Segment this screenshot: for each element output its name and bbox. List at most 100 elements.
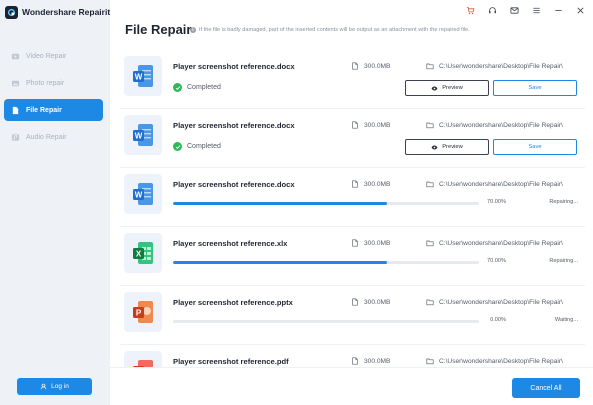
headset-icon[interactable] (487, 5, 497, 15)
progress-fill (173, 202, 388, 205)
svg-text:W: W (135, 132, 143, 141)
sidebar-item-video-repair[interactable]: Video Repair (4, 45, 103, 67)
info-note: i If the file is badly damaged, part of … (190, 27, 470, 33)
list-item: Player screenshot reference.pdf 300.0MB … (120, 345, 585, 367)
preview-label: Preview (442, 85, 463, 91)
check-circle-icon (173, 83, 182, 92)
audio-icon (11, 133, 20, 142)
save-button[interactable]: Save (493, 139, 577, 155)
document-icon (352, 239, 358, 247)
progress-state: Waiting... (554, 317, 578, 323)
progress-percent: 70.00% (487, 258, 506, 264)
footer: Cancel All (110, 367, 593, 405)
file-path-text: C:\User\wondershare\Desktop\File Repair\ (439, 121, 563, 129)
info-text: If the file is badly damaged, part of th… (199, 27, 470, 33)
list-item: W Player screenshot reference.docx 300.0… (120, 109, 585, 167)
file-size-text: 300.0MB (364, 298, 391, 306)
folder-icon (426, 358, 434, 365)
mail-icon[interactable] (509, 5, 519, 15)
file-list: W Player screenshot reference.docx 300.0… (120, 50, 585, 367)
close-icon[interactable] (575, 5, 585, 15)
file-path-text: C:\User\wondershare\Desktop\File Repair\ (439, 298, 563, 306)
video-icon (11, 52, 20, 61)
file-size: 300.0MB (351, 298, 390, 306)
file-path: C:\User\wondershare\Desktop\File Repair\ (426, 62, 584, 70)
file-size: 300.0MB (351, 62, 390, 70)
cancel-all-button[interactable]: Cancel All (512, 378, 580, 398)
sidebar-item-label: File Repair (26, 106, 62, 114)
file-path-text: C:\User\wondershare\Desktop\File Repair\ (439, 180, 563, 188)
cart-icon[interactable] (465, 5, 475, 15)
document-icon (352, 180, 358, 188)
file-icon (11, 106, 20, 115)
status-text: Completed (187, 84, 221, 91)
app-name: Wondershare Repairit (22, 7, 111, 17)
eye-icon (431, 86, 438, 90)
document-icon (352, 62, 358, 70)
folder-icon (426, 299, 434, 306)
file-size-text: 300.0MB (364, 180, 391, 188)
user-icon (40, 383, 47, 390)
preview-button[interactable]: Preview (405, 139, 489, 155)
progress-bar (173, 320, 479, 323)
file-path: C:\User\wondershare\Desktop\File Repair\ (426, 239, 584, 247)
file-path-text: C:\User\wondershare\Desktop\File Repair\ (439, 239, 563, 247)
progress-fill (173, 261, 388, 264)
list-item: W Player screenshot reference.docx 300.0… (120, 50, 585, 108)
file-name: Player screenshot reference.pptx (173, 298, 293, 307)
status-text: Completed (187, 143, 221, 150)
powerpoint-file-icon: P (124, 292, 162, 332)
file-name: Player screenshot reference.docx (173, 180, 295, 189)
pdf-file-icon (124, 351, 162, 367)
file-size-text: 300.0MB (364, 62, 391, 70)
document-icon (352, 121, 358, 129)
sidebar-item-file-repair[interactable]: File Repair (4, 99, 103, 121)
progress-state: Repairing... (549, 258, 578, 264)
file-path-text: C:\User\wondershare\Desktop\File Repair\ (439, 357, 563, 365)
folder-icon (426, 240, 434, 247)
excel-file-icon: X (124, 233, 162, 273)
file-path-text: C:\User\wondershare\Desktop\File Repair\ (439, 62, 563, 70)
sidebar-item-label: Photo repair (26, 79, 65, 87)
list-item: X Player screenshot reference.xlx 300.0M… (120, 227, 585, 285)
file-name: Player screenshot reference.docx (173, 121, 295, 130)
svg-text:P: P (136, 309, 142, 318)
window-controls (453, 5, 585, 15)
list-item: W Player screenshot reference.docx 300.0… (120, 168, 585, 226)
file-size: 300.0MB (351, 180, 390, 188)
sidebar-item-label: Audio Repair (26, 133, 67, 141)
progress-percent: 0.00% (490, 317, 506, 323)
check-circle-icon (173, 142, 182, 151)
file-size-text: 300.0MB (364, 357, 391, 365)
file-size: 300.0MB (351, 239, 390, 247)
progress-percent: 70.00% (487, 199, 506, 205)
minimize-icon[interactable] (553, 5, 563, 15)
photo-icon (11, 79, 20, 88)
sidebar-item-photo-repair[interactable]: Photo repair (4, 72, 103, 94)
progress-bar (173, 202, 479, 205)
sidebar-nav: Video Repair Photo repair File Repair Au… (4, 45, 103, 153)
save-button[interactable]: Save (493, 80, 577, 96)
word-file-icon: W (124, 115, 162, 155)
login-button[interactable]: Log in (17, 378, 92, 395)
file-name: Player screenshot reference.docx (173, 62, 295, 71)
file-name: Player screenshot reference.pdf (173, 357, 289, 366)
menu-icon[interactable] (531, 5, 541, 15)
brand: Wondershare Repairit (5, 5, 110, 19)
status-completed: Completed (173, 83, 221, 92)
file-size-text: 300.0MB (364, 121, 391, 129)
document-icon (352, 298, 358, 306)
sidebar-item-audio-repair[interactable]: Audio Repair (4, 126, 103, 148)
word-file-icon: W (124, 56, 162, 96)
file-size: 300.0MB (351, 121, 390, 129)
sidebar: Wondershare Repairit Video Repair Photo … (0, 0, 110, 405)
preview-label: Preview (442, 144, 463, 150)
folder-icon (426, 63, 434, 70)
repairit-logo-icon (5, 5, 18, 19)
document-icon (352, 357, 358, 365)
file-name: Player screenshot reference.xlx (173, 239, 288, 248)
progress-state: Repairing... (549, 199, 578, 205)
preview-button[interactable]: Preview (405, 80, 489, 96)
folder-icon (426, 181, 434, 188)
status-completed: Completed (173, 142, 221, 151)
